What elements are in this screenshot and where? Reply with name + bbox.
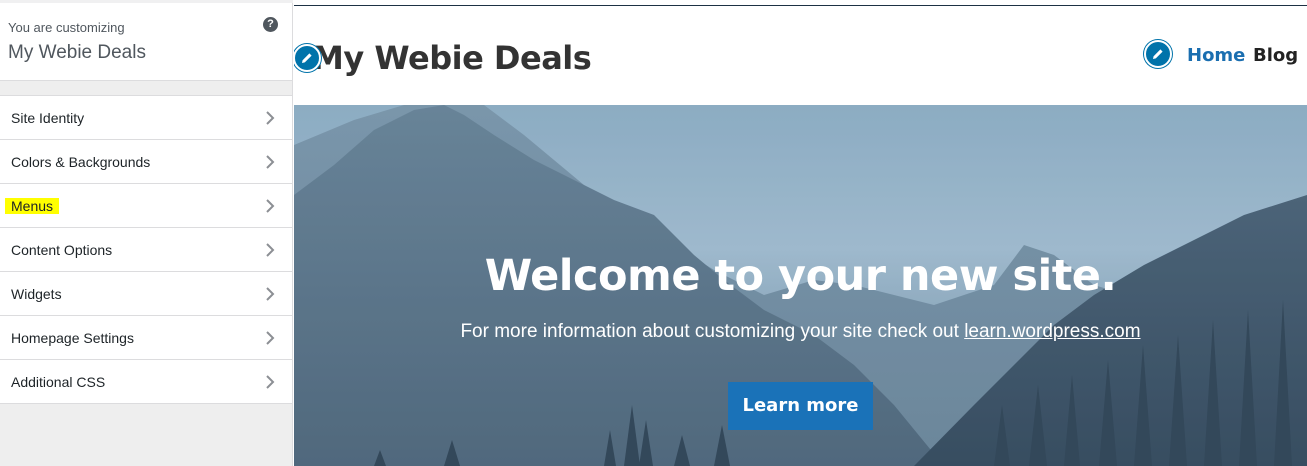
learn-more-button[interactable]: Learn more: [728, 382, 873, 430]
panel-label: Site Identity: [11, 110, 85, 126]
hero-description: For more information about customizing y…: [294, 321, 1307, 343]
panel-site-identity[interactable]: Site Identity: [0, 96, 292, 140]
panel-label: Widgets: [11, 286, 62, 302]
customizer-sidebar: You are customizing My Webie Deals ? Sit…: [0, 0, 293, 466]
panel-content-options[interactable]: Content Options: [0, 228, 292, 272]
nav-link-blog[interactable]: Blog: [1253, 45, 1298, 66]
panel-homepage-settings[interactable]: Homepage Settings: [0, 316, 292, 360]
chevron-right-icon: [266, 111, 275, 125]
panel-widgets[interactable]: Widgets: [0, 272, 292, 316]
panel-colors-backgrounds[interactable]: Colors & Backgrounds: [0, 140, 292, 184]
chevron-right-icon: [266, 375, 275, 389]
customizer-panel-list: Site Identity Colors & Backgrounds Menus…: [0, 95, 292, 404]
help-icon[interactable]: ?: [263, 17, 278, 32]
site-title[interactable]: My Webie Deals: [312, 39, 592, 77]
customizing-label: You are customizing: [8, 20, 125, 35]
panel-label: Additional CSS: [11, 374, 106, 390]
chevron-right-icon: [266, 287, 275, 301]
learn-wordpress-link[interactable]: learn.wordpress.com: [964, 321, 1140, 342]
panel-label: Colors & Backgrounds: [11, 154, 151, 170]
edit-menu-pencil-icon[interactable]: [1144, 40, 1172, 68]
chevron-right-icon: [266, 199, 275, 213]
site-header: My Webie Deals Home Blog: [294, 6, 1307, 105]
customizing-site-name: My Webie Deals: [8, 42, 146, 63]
nav-link-home[interactable]: Home: [1187, 45, 1245, 66]
site-preview: My Webie Deals Home Blog Welcome to your…: [294, 0, 1307, 466]
customizer-header: You are customizing My Webie Deals ?: [0, 3, 292, 81]
panel-label: Content Options: [11, 242, 113, 258]
panel-menus[interactable]: Menus: [0, 184, 292, 228]
edit-site-title-pencil-icon[interactable]: [294, 44, 321, 72]
chevron-right-icon: [266, 155, 275, 169]
chevron-right-icon: [266, 243, 275, 257]
hero-section: Welcome to your new site. For more infor…: [294, 105, 1307, 466]
panel-additional-css[interactable]: Additional CSS: [0, 360, 292, 404]
hero-description-text: For more information about customizing y…: [460, 321, 965, 342]
panel-label: Homepage Settings: [11, 330, 134, 346]
hero-title: Welcome to your new site.: [484, 251, 1117, 301]
panel-label-highlighted: Menus: [5, 198, 60, 214]
chevron-right-icon: [266, 331, 275, 345]
